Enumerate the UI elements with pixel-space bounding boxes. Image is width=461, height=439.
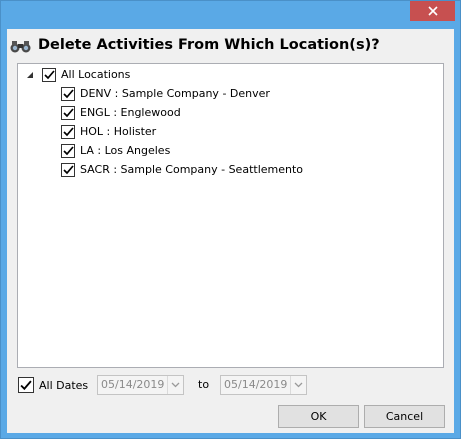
expanded-triangle-icon (27, 71, 33, 78)
date-range-row: All Dates 05/14/2019 to 05/14/2019 (18, 374, 448, 396)
checkmark-icon (62, 88, 74, 98)
title-bar[interactable] (1, 1, 460, 29)
tree-node-label: HOL : Holister (80, 125, 157, 138)
from-date-value: 05/14/2019 (101, 378, 165, 391)
all-dates-option[interactable]: All Dates (18, 374, 88, 396)
tree-node-location[interactable]: ENGL : Englewood (61, 103, 181, 122)
to-date-picker[interactable]: 05/14/2019 (220, 375, 307, 395)
cancel-button[interactable]: Cancel (364, 405, 445, 428)
all-locations-checkbox[interactable] (42, 67, 56, 82)
from-date-picker[interactable]: 05/14/2019 (97, 375, 184, 395)
tree-node-location[interactable]: DENV : Sample Company - Denver (61, 84, 270, 103)
to-label: to (198, 378, 210, 391)
tree-node-all-locations[interactable]: All Locations (24, 65, 130, 84)
location-checkbox[interactable] (61, 162, 75, 177)
to-date-dropdown[interactable] (290, 376, 306, 394)
tree-node-location[interactable]: HOL : Holister (61, 122, 156, 141)
location-checkbox[interactable] (61, 143, 75, 158)
location-checkbox[interactable] (61, 105, 75, 120)
chevron-down-icon (171, 382, 180, 388)
ok-button[interactable]: OK (278, 405, 359, 428)
tree-expander[interactable] (24, 69, 36, 81)
checkmark-icon (62, 145, 74, 155)
tree-node-label: LA : Los Angeles (80, 144, 171, 157)
from-date-dropdown[interactable] (167, 376, 183, 394)
binoculars-icon (10, 41, 31, 53)
dialog-header: Delete Activities From Which Location(s)… (7, 29, 454, 61)
all-dates-checkbox[interactable] (18, 377, 34, 393)
tree-node-location[interactable]: LA : Los Angeles (61, 141, 170, 160)
tree-node-label: ENGL : Englewood (80, 106, 181, 119)
checkmark-icon (43, 69, 55, 79)
close-icon (427, 6, 438, 16)
location-checkbox[interactable] (61, 124, 75, 139)
dialog-body: Delete Activities From Which Location(s)… (7, 29, 454, 433)
to-date-value: 05/14/2019 (224, 378, 288, 391)
dialog-title: Delete Activities From Which Location(s)… (38, 37, 380, 53)
locations-tree[interactable]: All Locations DENV : Sample Company - De… (17, 63, 444, 368)
checkmark-icon (62, 107, 74, 117)
checkmark-icon (20, 380, 32, 390)
tree-node-label: DENV : Sample Company - Denver (80, 87, 270, 100)
checkmark-icon (62, 126, 74, 136)
checkmark-icon (62, 164, 74, 174)
tree-node-location[interactable]: SACR : Sample Company - Seattlemento (61, 160, 303, 179)
tree-node-label: All Locations (61, 68, 131, 81)
location-checkbox[interactable] (61, 86, 75, 101)
close-button[interactable] (410, 1, 455, 21)
dialog-window: Delete Activities From Which Location(s)… (0, 0, 461, 439)
all-dates-label: All Dates (39, 378, 89, 392)
chevron-down-icon (294, 382, 303, 388)
tree-node-label: SACR : Sample Company - Seattlemento (80, 163, 304, 176)
